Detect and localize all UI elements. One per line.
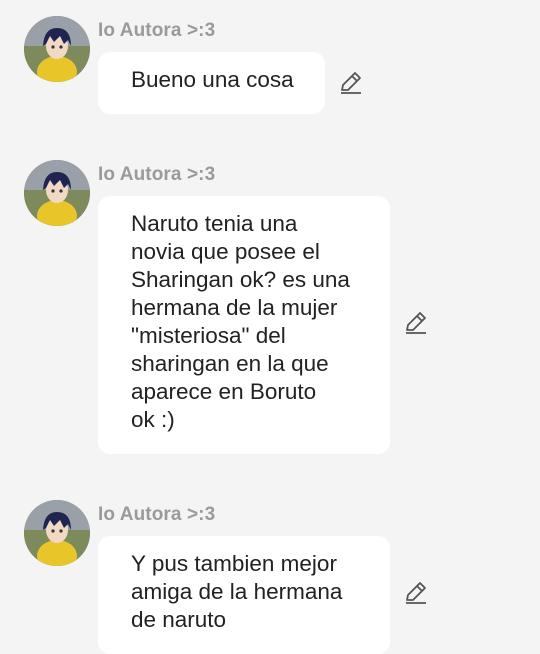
author-name: Io Autora >:3 [98,504,216,525]
author-name: Io Autora >:3 [98,20,216,41]
message-text-line: hermana de la mujer [131,295,338,320]
pencil-icon[interactable] [338,70,364,96]
message-text-line: amiga de la hermana [131,579,343,604]
author-name: Io Autora >:3 [98,164,216,185]
message-text-line: sharingan en la que [131,351,329,376]
avatar-image [24,160,90,226]
message-text-line: de naruto [131,607,227,632]
message-text-line: aparece en Boruto [131,379,317,404]
message-text-line: Sharingan ok? es una [131,267,350,292]
author-avatar[interactable] [24,160,90,226]
author-avatar[interactable] [24,16,90,82]
author-avatar[interactable] [24,500,90,566]
message-bubble: Y pus tambien mejor amiga de la hermana … [98,536,390,654]
message-text-line: "misteriosa" del [131,323,286,348]
message-text-line: novia que posee el [131,239,320,264]
message-bubble: Naruto tenia una novia que posee el Shar… [98,196,390,454]
pencil-icon[interactable] [403,580,429,606]
message-text-line: Y pus tambien mejor [131,551,337,576]
message-text-line: ok :) [131,407,175,432]
message-bubble: Bueno una cosa [98,52,325,114]
message-text-line: Bueno una cosa [131,67,294,92]
avatar-image [24,16,90,82]
avatar-image [24,500,90,566]
message-text-line: Naruto tenia una [131,211,298,236]
pencil-icon[interactable] [403,310,429,336]
